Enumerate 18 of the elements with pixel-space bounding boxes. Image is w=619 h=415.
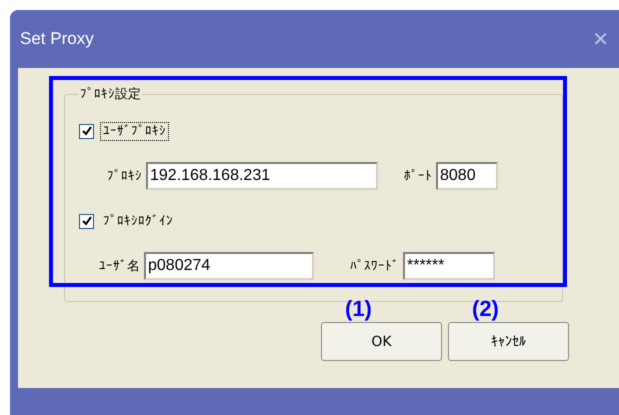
group-title: ﾌﾟﾛｷｼ設定 — [79, 86, 142, 103]
input-field[interactable]: 192.168.168.231 — [146, 162, 378, 190]
annotation-label: (2) — [472, 296, 499, 322]
input-field[interactable]: 8080 — [436, 162, 498, 190]
ok-button[interactable]: OK — [321, 322, 442, 361]
checkbox-label[interactable]: ﾌﾟﾛｷｼﾛｸﾞｲﾝ — [100, 212, 176, 230]
annotation-label: (1) — [345, 296, 372, 322]
field-label: ﾌﾟﾛｷｼ — [107, 168, 142, 184]
input-field[interactable]: p080274 — [144, 252, 314, 280]
field-label: ﾎﾟｰﾄ — [404, 168, 432, 184]
cancel-button[interactable]: ｷｬﾝｾﾙ — [448, 322, 569, 361]
field-label: ﾊﾟｽﾜｰﾄﾞ — [350, 258, 399, 274]
checkbox-label[interactable]: ﾕｰｻﾞﾌﾟﾛｷｼ — [100, 122, 169, 140]
checkbox[interactable] — [79, 214, 94, 228]
window-title: Set Proxy — [20, 29, 94, 49]
field-label: ﾕｰｻﾞ名 — [99, 258, 140, 275]
checkbox[interactable] — [79, 124, 94, 138]
input-field[interactable]: ****** — [403, 252, 495, 280]
